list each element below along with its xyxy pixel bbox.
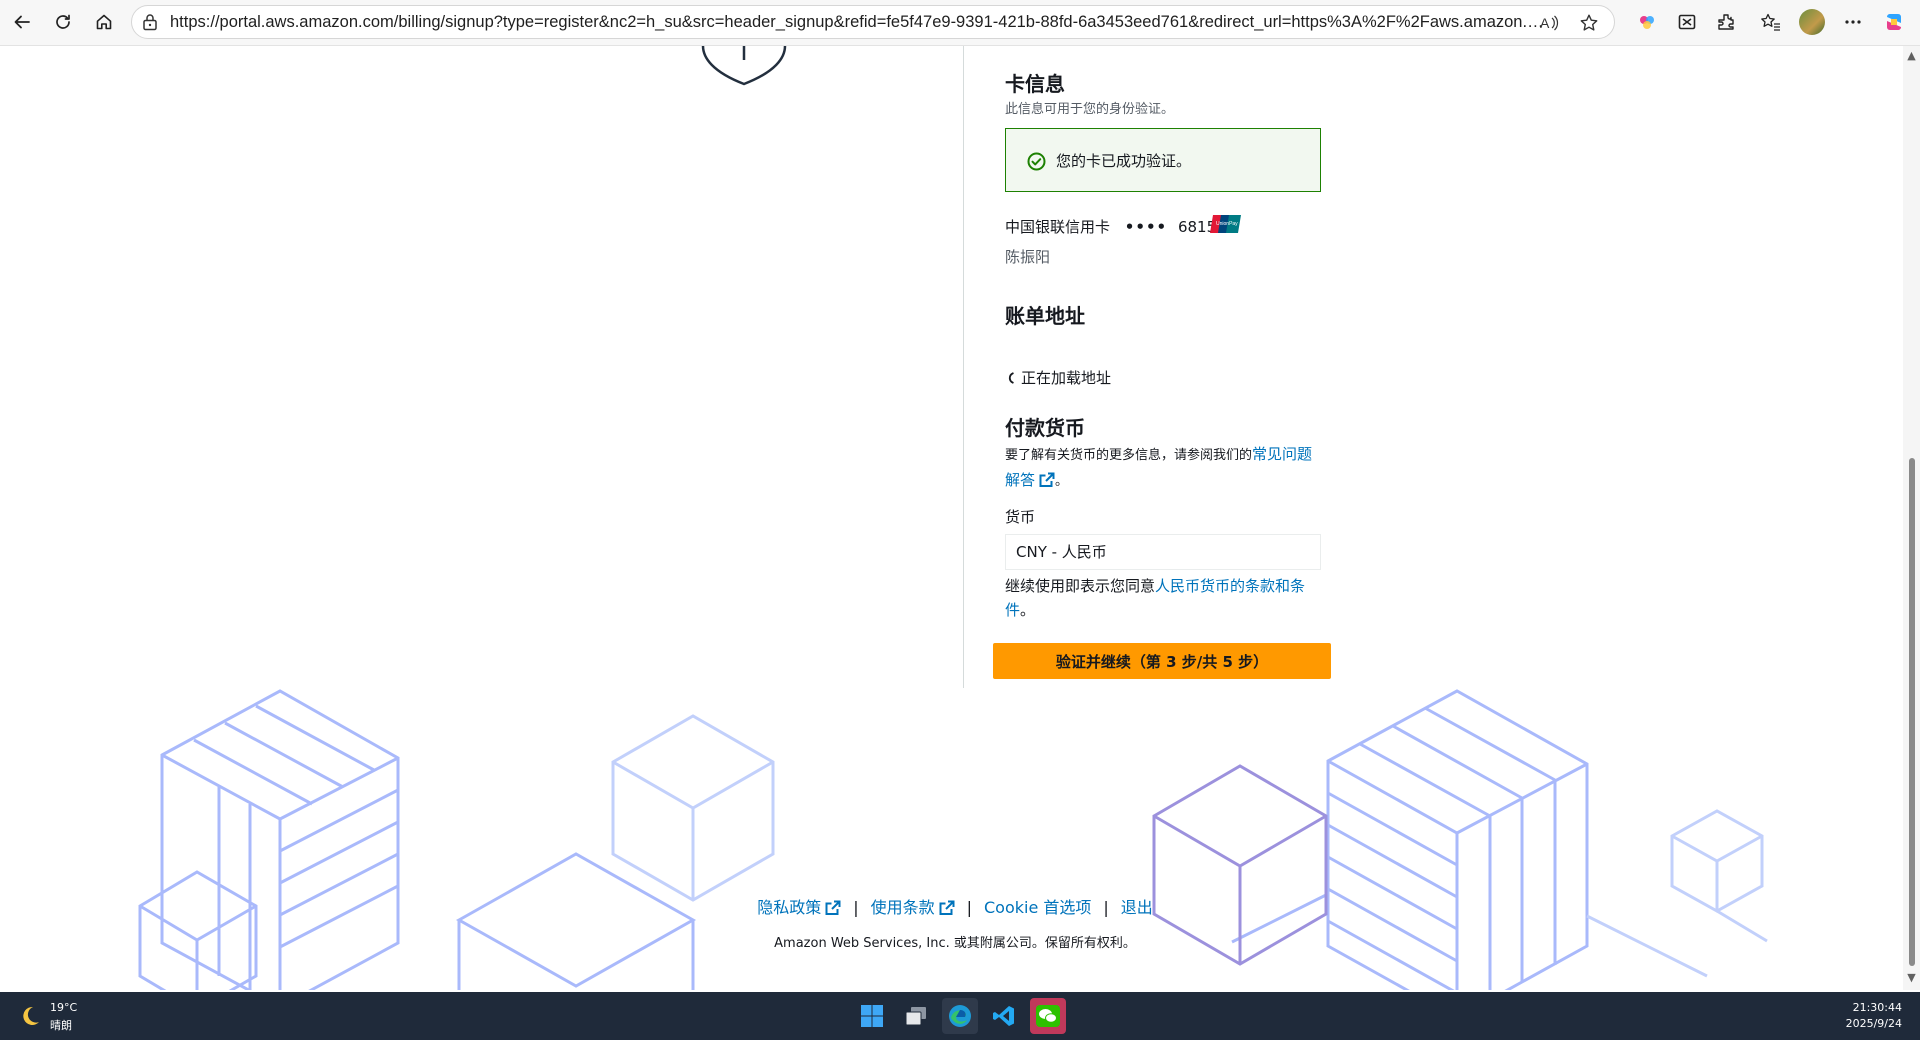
page-scrollbar[interactable]: ▲ ▼ — [1903, 46, 1920, 990]
card-info-subtitle: 此信息可用于您的身份验证。 — [1005, 102, 1175, 117]
card-mask: •••• — [1124, 218, 1168, 236]
external-link-icon — [939, 900, 955, 915]
scroll-down-arrow-icon[interactable]: ▼ — [1906, 972, 1917, 983]
check-circle-icon — [1027, 152, 1046, 175]
currency-select[interactable]: CNY - 人民币 — [1005, 534, 1321, 570]
svg-text:A: A — [1540, 15, 1550, 31]
terms-link-label: 使用条款 — [870, 898, 935, 917]
clock-time: 21:30:44 — [1852, 1001, 1902, 1014]
external-link-icon — [1039, 472, 1055, 487]
page-content: 卡信息 此信息可用于您的身份验证。 您的卡已成功验证。 中国银联信用卡 ••••… — [7, 46, 1903, 990]
terms-suffix: 。 — [1020, 601, 1036, 619]
windows-taskbar: 19°C 晴朗 21:30:44 2025/9/24 — [0, 992, 1920, 1040]
currency-description: 要了解有关货币的更多信息，请参阅我们的常见问题解答。 — [1005, 442, 1321, 494]
external-link-icon — [825, 900, 841, 915]
address-loading: 正在加载地址 — [1005, 367, 1111, 388]
moon-icon — [23, 1006, 39, 1025]
currency-terms: 继续使用即表示您同意人民币货币的条款和条件。 — [1005, 574, 1321, 622]
terms-prefix: 继续使用即表示您同意 — [1005, 577, 1156, 595]
currency-label: 货币 — [1005, 508, 1036, 526]
card-info-title: 卡信息 — [1005, 72, 1065, 96]
address-bar[interactable]: https://portal.aws.amazon.com/billing/si… — [131, 5, 1615, 39]
favorite-star-icon[interactable] — [1578, 12, 1600, 34]
billing-address-title: 账单地址 — [1005, 304, 1085, 328]
copilot-icon[interactable] — [1880, 8, 1908, 36]
success-message: 您的卡已成功验证。 — [1056, 152, 1192, 170]
screen-capture-icon[interactable] — [1673, 8, 1701, 36]
home-icon — [96, 14, 112, 30]
scroll-up-arrow-icon[interactable]: ▲ — [1906, 50, 1917, 61]
profile-avatar[interactable] — [1798, 8, 1826, 36]
footer-separator: | — [1103, 898, 1109, 917]
privacy-link-label: 隐私政策 — [757, 898, 822, 917]
lock-icon[interactable] — [142, 13, 158, 35]
url-text[interactable]: https://portal.aws.amazon.com/billing/si… — [170, 6, 1550, 40]
loading-spinner-icon — [1008, 372, 1014, 384]
currency-desc-text: 要了解有关货币的更多信息，请参阅我们的 — [1005, 448, 1253, 463]
privacy-policy-link[interactable]: 隐私政策 — [757, 898, 841, 917]
card-name: 中国银联信用卡 — [1005, 218, 1111, 236]
task-view-icon[interactable] — [898, 998, 934, 1034]
vscode-icon[interactable] — [986, 998, 1022, 1034]
clock-date: 2025/9/24 — [1845, 1017, 1902, 1030]
extensions-icon[interactable] — [1712, 8, 1740, 36]
scroll-thumb[interactable] — [1909, 458, 1915, 966]
svg-text:UnionPay: UnionPay — [1216, 221, 1238, 227]
favorites-icon[interactable] — [1757, 8, 1785, 36]
footer-links: 隐私政策 | 使用条款 | Cookie 首选项 | 退出 — [7, 894, 1903, 918]
weather-condition: 晴朗 — [50, 1019, 72, 1032]
home-button[interactable] — [88, 6, 120, 38]
more-icon[interactable] — [1839, 8, 1867, 36]
footer-separator: | — [966, 898, 972, 917]
terms-of-use-link[interactable]: 使用条款 — [871, 898, 955, 917]
windows-start-icon[interactable] — [854, 998, 890, 1034]
back-button[interactable] — [6, 6, 38, 38]
verify-continue-button[interactable]: 验证并继续（第 3 步/共 5 步） — [993, 643, 1331, 679]
refresh-icon — [56, 14, 70, 29]
avatar — [1799, 9, 1825, 35]
edge-icon[interactable] — [942, 998, 978, 1034]
loading-text: 正在加载地址 — [1021, 369, 1112, 387]
copilot-extension-icon[interactable] — [1633, 8, 1661, 36]
weather-temperature: 19°C — [50, 1001, 78, 1014]
decorative-boxes-illustration — [138, 689, 1768, 990]
cookie-preferences-link[interactable]: Cookie 首选项 — [984, 898, 1091, 917]
refresh-button[interactable] — [47, 6, 79, 38]
card-verified-alert: 您的卡已成功验证。 — [1005, 128, 1321, 192]
read-aloud-icon[interactable]: A — [1538, 12, 1560, 34]
wechat-icon[interactable] — [1030, 998, 1066, 1034]
copyright-text: Amazon Web Services, Inc. 或其附属公司。保留所有权利。 — [774, 936, 1136, 951]
currency-desc-suffix: 。 — [1055, 474, 1069, 489]
card-summary: 中国银联信用卡 •••• 6815 — [1005, 216, 1216, 237]
card-holder-name: 陈振阳 — [1005, 248, 1051, 266]
footer-separator: | — [853, 898, 859, 917]
browser-toolbar: https://portal.aws.amazon.com/billing/si… — [0, 0, 1920, 46]
back-icon — [14, 15, 30, 29]
payment-currency-title: 付款货币 — [1005, 416, 1085, 440]
logout-link[interactable]: 退出 — [1121, 898, 1153, 917]
system-clock[interactable]: 21:30:44 2025/9/24 — [1846, 1000, 1902, 1032]
unionpay-logo-icon: UnionPay — [1210, 215, 1241, 233]
